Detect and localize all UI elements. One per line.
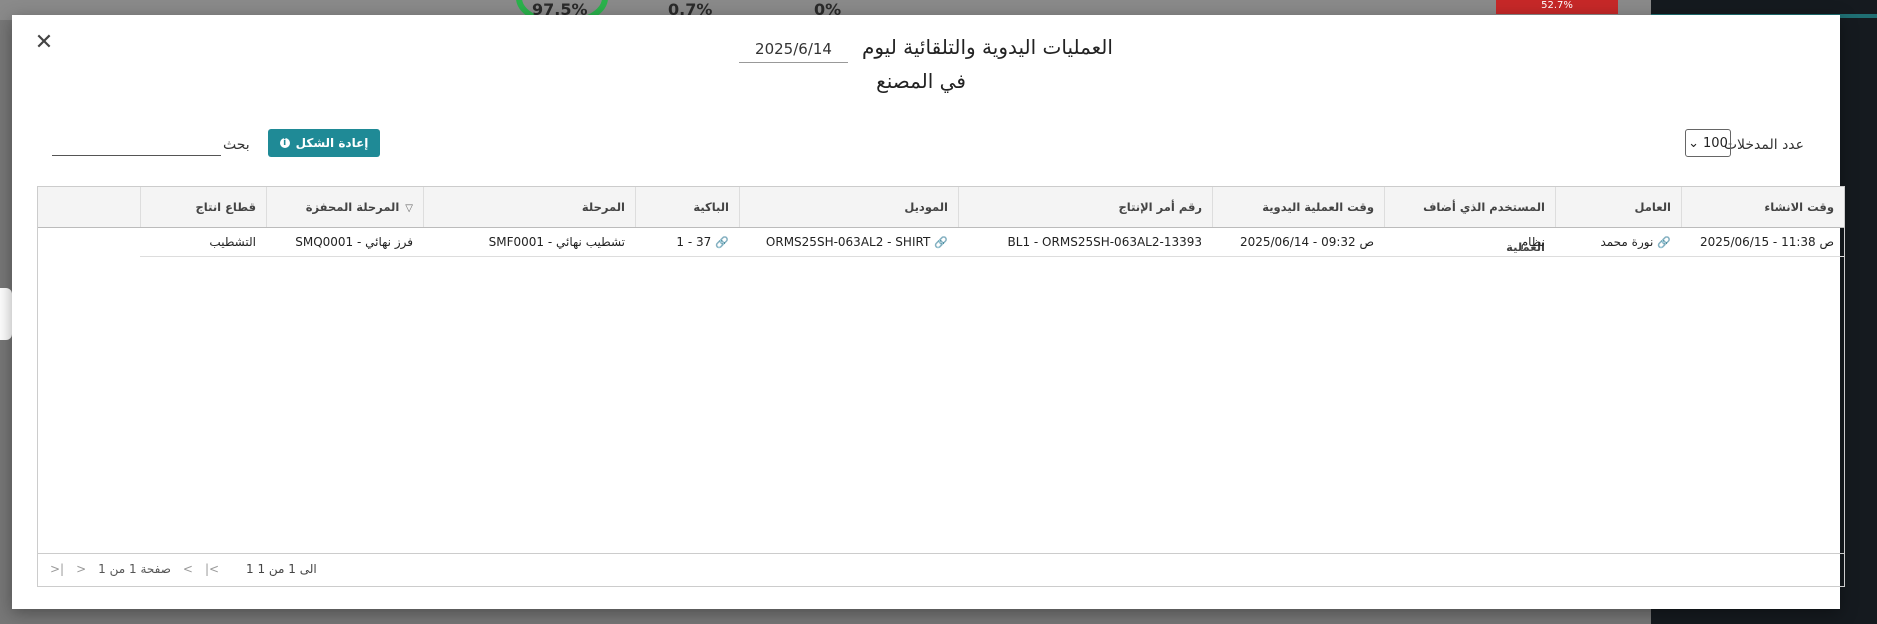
- search-label: بحث: [223, 137, 250, 153]
- model-name: ORMS25SH-063AL2 - SHIRT: [765, 235, 931, 249]
- link-icon[interactable]: 🔗: [715, 229, 729, 257]
- operations-modal: ✕ العمليات اليدوية والتلقائية ليوم 2025/…: [12, 15, 1845, 609]
- cell-production-order: BL1 - ORMS25SH-063AL2-13393: [1007, 235, 1202, 249]
- cell-worker[interactable]: نورة محمد 🔗: [1555, 228, 1681, 256]
- date-field[interactable]: 2025/6/14: [739, 38, 848, 63]
- col-production-order[interactable]: رقم أمر الإنتاج: [958, 187, 1212, 227]
- cell-manual-time: 2025/06/14 - 09:32 ص: [1239, 235, 1374, 249]
- cell-triggered-stage: SMQ0001 - فرز نهائي: [295, 235, 413, 249]
- cell-added-by: نظام: [1520, 235, 1545, 249]
- entries-label: عدد المدخلات: [1723, 137, 1804, 153]
- table-footer: >| > صفحة 1 من 1 < |< 1 الى 1 من 1: [38, 553, 1844, 586]
- col-added-by[interactable]: المستخدم الذي أضاف العملية: [1384, 187, 1555, 254]
- entries-value: 100: [1703, 135, 1728, 151]
- entries-select[interactable]: ⌄ 100: [1685, 129, 1731, 157]
- link-icon[interactable]: 🔗: [934, 229, 948, 257]
- sidebar-handle[interactable]: [0, 288, 12, 340]
- reset-layout-button[interactable]: إعادة الشكل i: [268, 129, 380, 157]
- reset-label: إعادة الشكل: [295, 136, 369, 150]
- triggered-stage-label: المرحلة المحفزة: [305, 200, 400, 214]
- cell-model[interactable]: ORMS25SH-063AL2 - SHIRT 🔗: [739, 228, 958, 256]
- col-triggered-stage[interactable]: المرحلة المحفزة ▽: [266, 187, 423, 227]
- chevron-down-icon: ⌄: [1688, 135, 1700, 151]
- next-page-icon[interactable]: >: [76, 562, 86, 576]
- last-page-icon[interactable]: >|: [50, 562, 64, 576]
- col-created-at[interactable]: وقت الانشاء: [1681, 187, 1844, 227]
- bundle-value: 1 - 37: [676, 235, 712, 249]
- link-icon[interactable]: 🔗: [1657, 229, 1671, 257]
- pagination: >| > صفحة 1 من 1 < |<: [50, 562, 219, 576]
- col-stage[interactable]: المرحلة: [423, 187, 635, 227]
- col-bundle[interactable]: الباكية: [635, 187, 739, 227]
- bg-red-bar: 52.7%: [1496, 0, 1618, 14]
- worker-name: نورة محمد: [1600, 235, 1654, 249]
- modal-subtitle: في المصنع: [876, 69, 966, 93]
- modal-header: العمليات اليدوية والتلقائية ليوم 2025/6/…: [12, 35, 1840, 93]
- col-worker[interactable]: العامل: [1555, 187, 1681, 227]
- col-sector[interactable]: قطاع انتاج: [140, 187, 266, 227]
- table-row[interactable]: 2025/06/15 - 11:38 ص نورة محمد 🔗 نظام 202…: [140, 228, 1844, 257]
- first-page-icon[interactable]: |<: [205, 562, 219, 576]
- modal-title: العمليات اليدوية والتلقائية ليوم: [861, 35, 1113, 59]
- col-manual-time[interactable]: وقت العملية اليدوية: [1212, 187, 1384, 227]
- page-indicator: صفحة 1 من 1: [98, 562, 171, 576]
- search-input[interactable]: [52, 133, 221, 156]
- cell-created-at: 2025/06/15 - 11:38 ص: [1699, 235, 1834, 249]
- cell-stage: SMF0001 - تشطيب نهائي: [488, 235, 625, 249]
- cell-bundle[interactable]: 1 - 37 🔗: [635, 228, 739, 256]
- col-model[interactable]: الموديل: [739, 187, 958, 227]
- operations-table: وقت الانشاء العامل المستخدم الذي أضاف ال…: [37, 186, 1845, 587]
- record-count: 1 الى 1 من 1: [246, 562, 317, 576]
- table-header: وقت الانشاء العامل المستخدم الذي أضاف ال…: [38, 187, 1844, 254]
- info-icon: i: [279, 138, 290, 148]
- prev-page-icon[interactable]: <: [183, 562, 193, 576]
- cell-sector: التشطيب: [209, 235, 256, 249]
- filter-icon[interactable]: ▽: [405, 189, 413, 229]
